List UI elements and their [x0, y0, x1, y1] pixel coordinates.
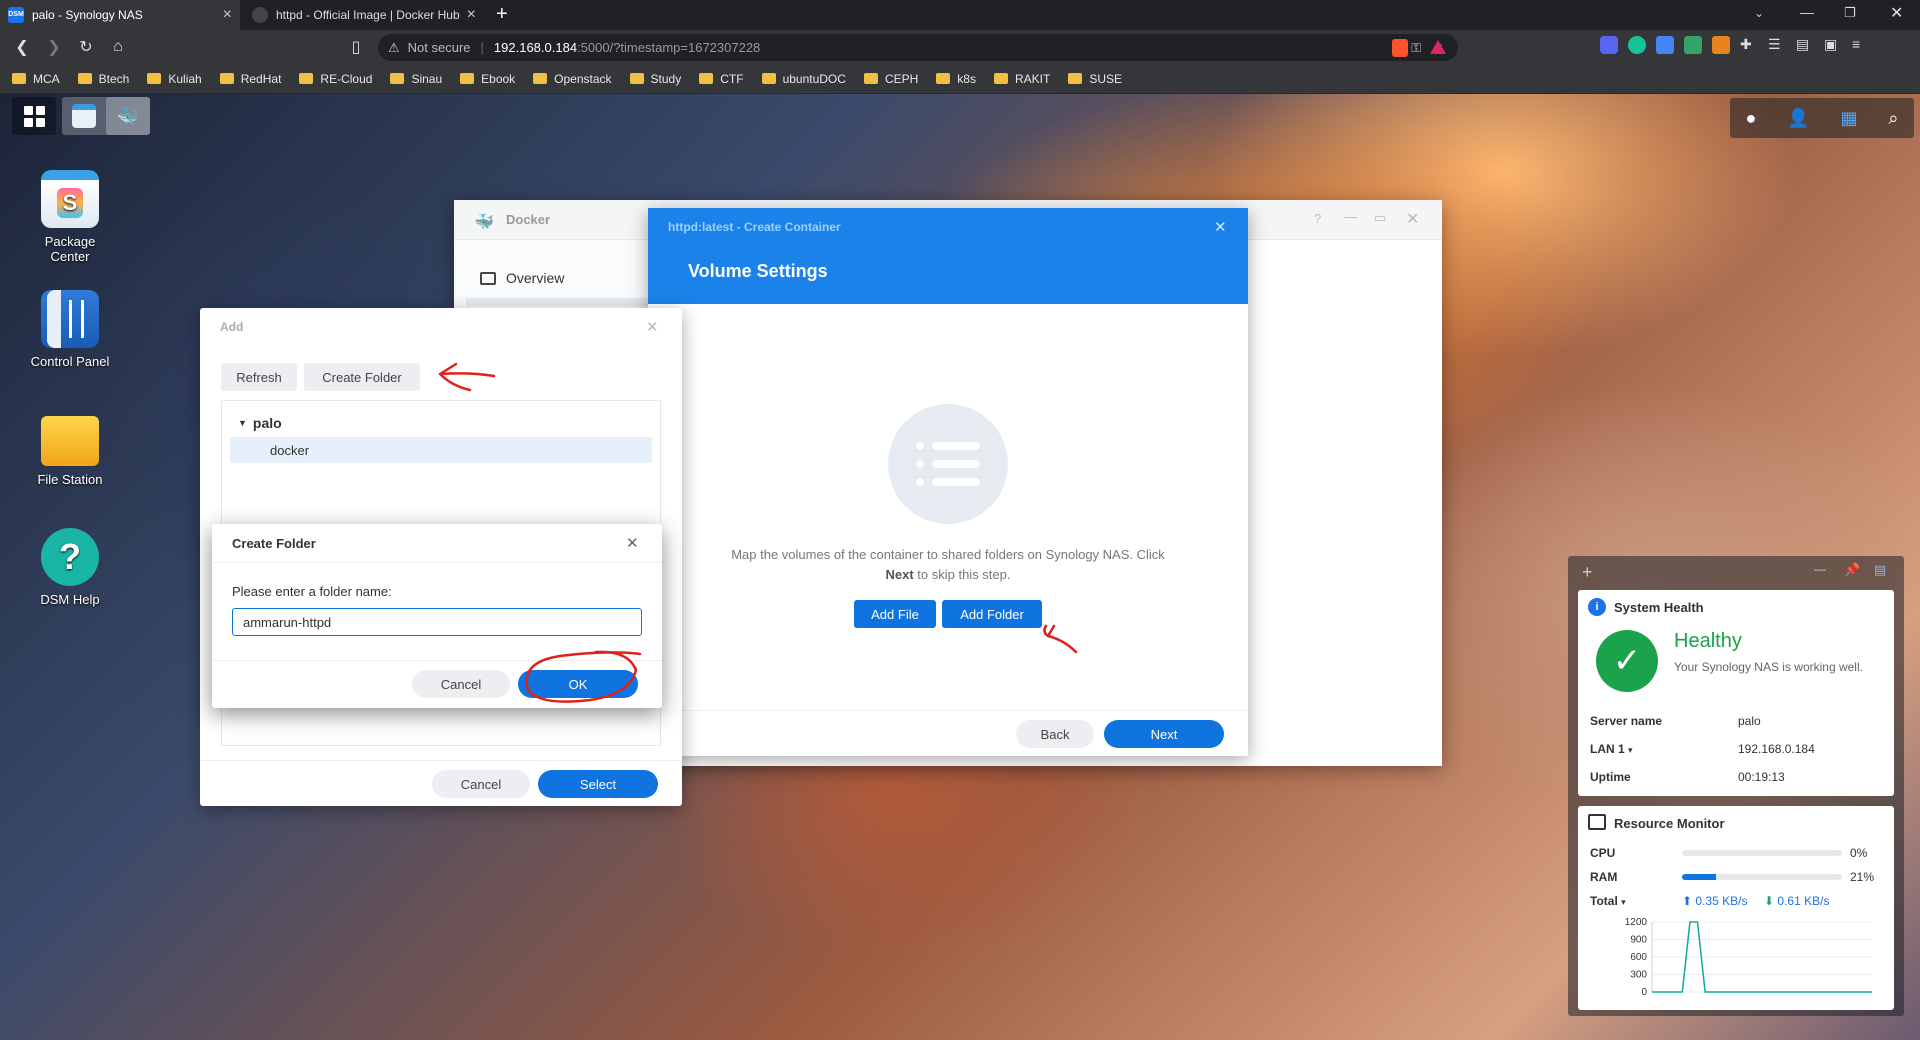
health-status: Healthy	[1674, 630, 1742, 652]
y-tick-label: 0	[1641, 987, 1647, 998]
ram-value: 21%	[1850, 870, 1875, 884]
cpu-bar	[1682, 850, 1842, 856]
info-icon: i	[1588, 598, 1606, 616]
lan-label-text: LAN 1	[1590, 742, 1625, 756]
minimize-icon[interactable]: —	[1814, 562, 1826, 576]
download-rate-value: 0.61 KB/s	[1777, 894, 1830, 908]
download-arrow-icon: ⬇	[1764, 894, 1775, 908]
y-tick-label: 900	[1630, 935, 1647, 946]
annotation-arrow	[438, 362, 496, 392]
resource-monitor-widget: Resource Monitor CPU 0% RAM 21% Total ▾ …	[1578, 806, 1894, 1010]
widget-title: System Health	[1614, 600, 1704, 615]
caret-down-icon: ▾	[1628, 745, 1633, 755]
lan-value: 192.168.0.184	[1738, 742, 1815, 756]
annotation-circle	[525, 650, 642, 703]
total-label[interactable]: Total ▾	[1590, 894, 1626, 908]
add-widget-icon[interactable]: +	[1582, 562, 1593, 583]
total-label-text: Total	[1590, 894, 1618, 908]
ram-bar	[1682, 874, 1842, 880]
widgets-panel: + — 📌 ▤ i System Health ✓ Healthy Your S…	[1568, 556, 1904, 1016]
cpu-label: CPU	[1590, 846, 1616, 860]
server-name-value: palo	[1738, 714, 1761, 728]
system-health-widget: i System Health ✓ Healthy Your Synology …	[1578, 590, 1894, 796]
uptime-value: 00:19:13	[1738, 770, 1785, 784]
annotation-arrow	[1043, 624, 1078, 654]
health-message: Your Synology NAS is working well.	[1674, 660, 1863, 674]
widget-title: Resource Monitor	[1614, 816, 1725, 831]
network-chart: 1200 900 600 300 0	[1625, 918, 1872, 998]
y-tick-label: 1200	[1625, 918, 1648, 928]
download-rate: ⬇ 0.61 KB/s	[1764, 894, 1829, 908]
ram-bar-fill	[1682, 874, 1716, 880]
monitor-icon	[1588, 814, 1606, 830]
y-tick-label: 300	[1630, 970, 1647, 981]
upload-rate: ⬆ 0.35 KB/s	[1682, 894, 1747, 908]
server-name-label: Server name	[1590, 714, 1663, 728]
y-tick-label: 600	[1630, 952, 1647, 963]
upload-rate-value: 0.35 KB/s	[1695, 894, 1748, 908]
lan-label[interactable]: LAN 1 ▾	[1590, 742, 1633, 756]
healthy-check-icon: ✓	[1596, 630, 1658, 692]
caret-down-icon: ▾	[1621, 897, 1626, 907]
pin-icon[interactable]: 📌	[1844, 562, 1860, 578]
upload-arrow-icon: ⬆	[1682, 894, 1693, 908]
uptime-label: Uptime	[1590, 770, 1631, 784]
widget-settings-icon[interactable]: ▤	[1874, 562, 1886, 578]
cpu-value: 0%	[1850, 846, 1868, 860]
ram-label: RAM	[1590, 870, 1618, 884]
